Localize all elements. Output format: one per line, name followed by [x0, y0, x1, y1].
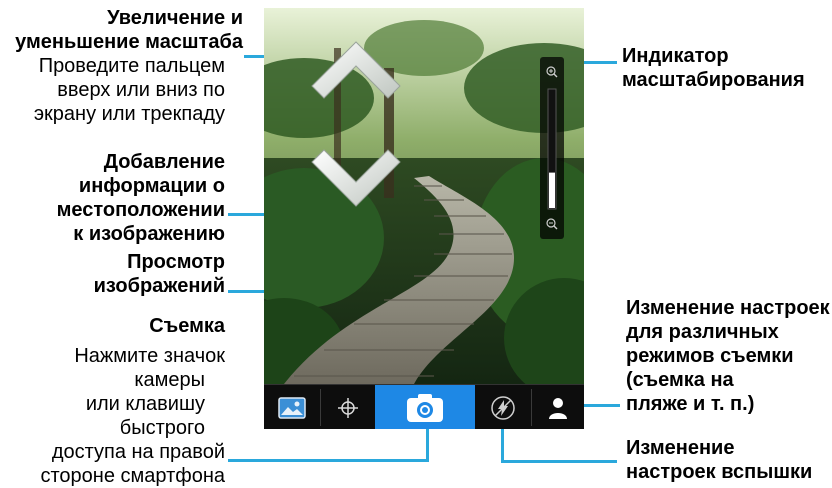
callout-line-shoot-h: [228, 459, 428, 462]
camera-viewfinder[interactable]: [264, 8, 584, 384]
shutter-button[interactable]: [375, 385, 475, 429]
callout-zoom-desc-3: экрану или трекпаду: [33, 103, 225, 125]
callout-shoot-desc-4: быстрого: [119, 417, 205, 439]
callout-geotag: Добавление информации о местоположении к…: [0, 150, 225, 246]
callout-shoot-desc-2: камеры: [134, 369, 205, 391]
callout-shoot-desc-3: или клавишу: [85, 393, 205, 415]
callout-zoom-indicator: Индикатор масштабирования: [622, 44, 832, 92]
callout-shoot: Съемка Нажмите значок камеры или клавишу…: [0, 314, 226, 488]
camera-icon: [407, 393, 443, 422]
callout-shoot-desc-6: стороне смартфона: [40, 465, 226, 487]
callout-line-flash-h: [501, 460, 617, 463]
callout-zoom-title-2: уменьшение масштаба: [15, 31, 243, 53]
callout-geotag-title-2: информации о: [78, 175, 225, 197]
callout-zoom-indicator-title-2: масштабирования: [622, 69, 805, 91]
callout-flash-title-2: настроек вспышки: [626, 461, 813, 483]
callout-scene-mode: Изменение настроек для различных режимов…: [626, 296, 832, 416]
callout-shoot-title: Съемка: [149, 315, 225, 337]
callout-shoot-desc-1: Нажмите значок: [74, 345, 225, 367]
callout-geotag-title-3: местоположении: [56, 199, 225, 221]
camera-screen[interactable]: [264, 8, 584, 429]
crosshair-icon: [338, 397, 358, 418]
callout-view-title-1: Просмотр: [127, 251, 225, 273]
callout-flash-title-1: Изменение: [626, 437, 735, 459]
callout-zoom-indicator-title-1: Индикатор: [622, 45, 729, 67]
callout-view: Просмотр изображений: [0, 250, 225, 298]
geotag-button[interactable]: [321, 385, 375, 429]
callout-flash: Изменение настроек вспышки: [626, 436, 832, 484]
camera-toolbar: [264, 384, 584, 429]
flash-button[interactable]: [475, 385, 531, 429]
callout-zoom-title-1: Увеличение и: [107, 7, 243, 29]
callout-zoom-desc-1: Проведите пальцем: [38, 55, 225, 77]
callout-scene-mode-title-4: (съемка на: [626, 369, 734, 391]
callout-scene-mode-title-2: для различных: [626, 321, 779, 343]
callout-scene-mode-title-3: режимов съемки: [626, 345, 794, 367]
callout-scene-mode-title-5: пляже и т. п.): [626, 393, 755, 415]
gallery-button[interactable]: [264, 385, 320, 429]
flash-off-icon: [491, 395, 515, 420]
callout-geotag-title-1: Добавление: [103, 151, 225, 173]
zoom-out-icon[interactable]: [546, 218, 558, 230]
callout-geotag-title-4: к изображению: [73, 223, 225, 245]
gallery-icon: [278, 396, 306, 419]
scene-mode-button[interactable]: [532, 385, 584, 429]
callout-scene-mode-title-1: Изменение настроек: [626, 297, 830, 319]
callout-shoot-desc-5: доступа на правой: [51, 441, 225, 463]
callout-zoom-desc-2: вверх или вниз по: [57, 79, 225, 101]
callout-view-title-2: изображений: [93, 275, 225, 297]
person-icon: [549, 397, 567, 419]
callout-zoom: Увеличение и уменьшение масштаба Проведи…: [0, 6, 243, 126]
zoom-indicator[interactable]: [540, 57, 564, 239]
callout-line-scene-mode: [582, 404, 620, 407]
zoom-level-fill: [549, 172, 555, 208]
zoom-in-icon[interactable]: [546, 66, 558, 78]
